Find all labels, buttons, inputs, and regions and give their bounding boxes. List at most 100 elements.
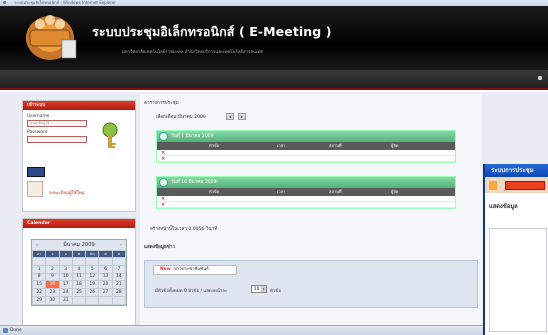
month-selector-label: เลือกเดือน มีนาคม 2009	[156, 115, 206, 120]
menu-button[interactable]	[505, 181, 545, 190]
calendar-day[interactable]: 15	[31, 280, 47, 290]
delete-icon[interactable]: ×	[161, 202, 165, 208]
app-subtitle: มหาวิทยาลัยเทคโนโลยีราชมงคล สำนักวิทยบริ…	[122, 50, 263, 55]
register-icon[interactable]	[27, 181, 43, 197]
calendar-day[interactable]: 4	[71, 264, 87, 274]
username-input[interactable]: กรอกชื่อผู้ใช้	[27, 120, 87, 127]
tab-news[interactable]: New ข่าวประชาสัมพันธ์	[153, 265, 237, 275]
calendar-day	[98, 257, 113, 266]
calendar-day[interactable]: 19	[85, 280, 100, 290]
new-badge: New	[160, 267, 171, 272]
meeting-heading: วันที่ 1 มีนาคม 2009	[171, 134, 214, 139]
per-page-select[interactable]: 10 ▾	[251, 285, 267, 293]
column-header: หัวข้อ	[209, 189, 220, 194]
second-window-label: แสดงข้อมูล	[489, 204, 518, 210]
calendar-day[interactable]: 7	[111, 264, 127, 274]
meeting-columns: หัวข้อ เวลา สถานที่ ผู้จัด	[157, 142, 455, 150]
nav-strip	[0, 70, 548, 90]
per-page-suffix: หัวข้อ	[270, 289, 281, 294]
weekday-header: พ	[71, 250, 87, 258]
next-month-icon[interactable]: ›	[118, 242, 124, 248]
home-icon[interactable]	[489, 181, 497, 190]
delete-icon[interactable]: ×	[161, 156, 165, 162]
calendar-day[interactable]: 11	[71, 272, 87, 282]
weekday-header: พฤ	[85, 250, 100, 258]
calendar-day[interactable]: 26	[85, 288, 100, 297]
calendar-panel: Calendar มีนาคม 2009 ‹ › อาจอพพฤศส 12345…	[22, 218, 136, 335]
calendar-day[interactable]: 21	[111, 280, 127, 290]
prev-month-button[interactable]: ◂	[226, 113, 234, 120]
calendar-day[interactable]: 10	[58, 272, 73, 282]
meeting-columns: หัวข้อ เวลา สถานที่ ผู้จัด	[157, 188, 455, 196]
meeting-row[interactable]: ×	[157, 156, 455, 162]
calendar-day[interactable]: 12	[85, 272, 100, 282]
calendar-day[interactable]: 8	[31, 272, 47, 282]
meeting-heading: วันที่ 16 มีนาคม 2009	[171, 180, 217, 185]
calendar-day	[111, 295, 127, 305]
next-month-button[interactable]: ▸	[238, 113, 246, 120]
calendar-heading: Calendar	[23, 219, 135, 228]
calendar-day[interactable]: 16	[45, 280, 60, 290]
weekday-header: อา	[31, 250, 47, 258]
calendar-day[interactable]: 17	[58, 280, 73, 290]
password-input[interactable]	[27, 136, 87, 143]
calendar-day[interactable]: 2	[45, 264, 60, 274]
prev-month-icon[interactable]: ‹	[34, 242, 40, 248]
calendar-day[interactable]: 23	[45, 288, 60, 297]
news-count-text: มีหัวข้อทั้งหมด 0 หัวข้อ / แสดงหน้าละ	[155, 289, 228, 294]
column-header: สถานที่	[329, 189, 342, 194]
calendar-day[interactable]: 20	[98, 280, 113, 290]
username-label: Username	[27, 114, 50, 119]
meeting-row[interactable]: ×	[157, 202, 455, 208]
key-icon	[102, 122, 118, 148]
schedule-title: ตารางการประชุม	[144, 101, 179, 106]
calendar-day[interactable]: 13	[98, 272, 113, 282]
calendar-day[interactable]: 29	[31, 295, 47, 305]
calendar-day[interactable]: 30	[45, 295, 60, 305]
calendar-widget: มีนาคม 2009 ‹ › อาจอพพฤศส 1 2 3 4 5 6 7 8 9 10 11 1…	[31, 239, 127, 306]
calendar-day[interactable]: 31	[58, 295, 73, 305]
calendar-day	[98, 295, 113, 305]
register-link[interactable]: ลงทะเบียนผู้ใช้ใหม่	[49, 189, 85, 196]
second-window-frame	[489, 228, 547, 332]
tab-news-label: ข่าวประชาสัมพันธ์	[173, 267, 209, 272]
nav-handle-icon[interactable]	[538, 76, 542, 80]
login-heading: เข้าระบบ	[23, 101, 135, 110]
calendar-day[interactable]: 27	[98, 288, 113, 297]
calendar-day[interactable]: 5	[85, 264, 100, 274]
calendar-day	[85, 257, 100, 266]
site-header: ระบบประชุมอิเล็กทรอนิกส์ ( E-Meeting ) ม…	[0, 6, 548, 70]
column-header: เวลา	[277, 189, 286, 194]
meeting-box-2: วันที่ 16 มีนาคม 2009 หัวข้อ เวลา สถานที…	[156, 176, 456, 209]
second-window[interactable]: ระบบการประชุม แสดงข้อมูล	[483, 164, 548, 335]
calendar-day[interactable]: 6	[98, 264, 113, 274]
app-title: ระบบประชุมอิเล็กทรอนิกส์ ( E-Meeting )	[92, 24, 332, 39]
load-time-text: สร้างหน้านี้ในเวลา 0.0056 วินาที	[150, 227, 218, 232]
weekday-header: ศ	[98, 250, 113, 258]
calendar-day	[31, 257, 47, 266]
calendar-day[interactable]: 24	[58, 288, 73, 297]
weekday-header: จ	[45, 250, 60, 258]
calendar-day	[71, 257, 87, 266]
main-content: ตารางการประชุม เลือกเดือน มีนาคม 2009 ◂ …	[140, 94, 482, 335]
weekday-header: อ	[58, 250, 73, 258]
calendar-day[interactable]: 1	[31, 264, 47, 274]
per-page-value: 10	[254, 286, 260, 291]
calendar-day[interactable]: 22	[31, 288, 47, 297]
login-button[interactable]	[27, 167, 45, 177]
calendar-day[interactable]: 3	[58, 264, 73, 274]
column-header: ผู้จัด	[391, 143, 399, 148]
chevron-down-icon[interactable]: ▾	[261, 286, 266, 292]
status-text: Done	[10, 328, 22, 333]
meeting-bullet-icon	[159, 178, 168, 187]
calendar-day[interactable]: 25	[71, 288, 87, 297]
column-header: ผู้จัด	[391, 189, 399, 194]
news-filter-box: New ข่าวประชาสัมพันธ์ มีหัวข้อทั้งหมด 0 ห…	[144, 260, 478, 308]
calendar-day[interactable]: 28	[111, 288, 127, 297]
status-bar: Done	[0, 325, 483, 335]
calendar-day[interactable]: 18	[71, 280, 87, 290]
second-window-title[interactable]: ระบบการประชุม	[485, 164, 548, 177]
calendar-day[interactable]: 9	[45, 272, 60, 282]
calendar-day[interactable]: 14	[111, 272, 127, 282]
column-header: หัวข้อ	[209, 143, 220, 148]
